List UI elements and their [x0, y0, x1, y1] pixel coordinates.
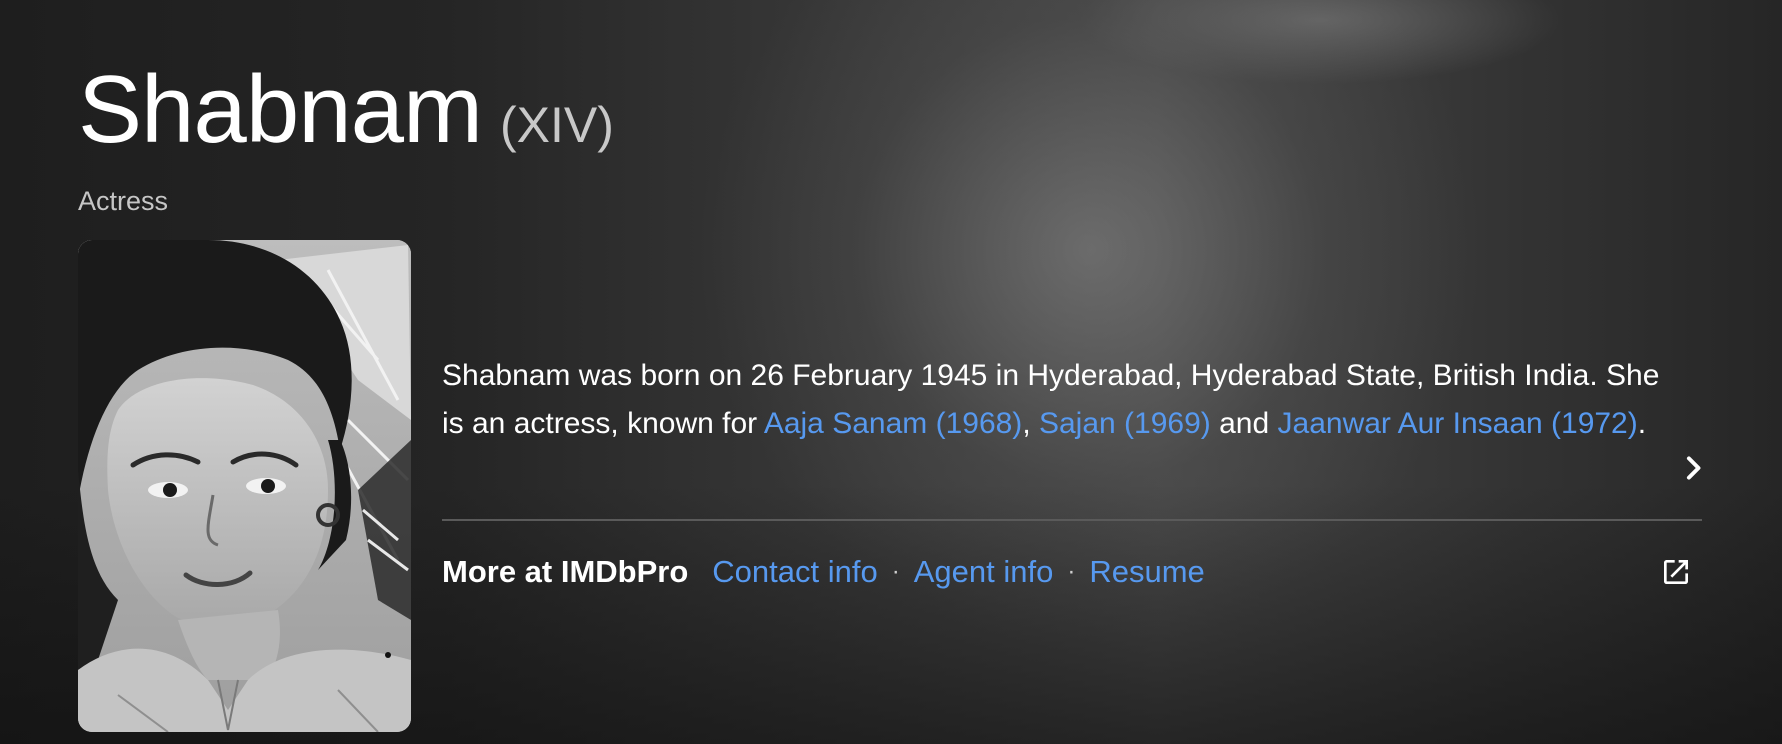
imdbpro-label: More at IMDbPro — [442, 554, 689, 589]
title-row: Shabnam (XIV) — [78, 62, 614, 158]
profession-label: Actress — [78, 186, 169, 216]
separator-dot: · — [1067, 558, 1076, 585]
actress-portrait-photo — [78, 240, 411, 732]
divider — [442, 519, 1702, 521]
name-hero-section: Shabnam (XIV) Actress Shabnam was born o… — [0, 0, 1782, 744]
bio-summary: Shabnam was born on 26 February 1945 in … — [442, 352, 1682, 448]
name-disambiguation: (XIV) — [499, 97, 614, 153]
known-for-link-3[interactable]: Jaanwar Aur Insaan (1972) — [1278, 407, 1638, 440]
bio-separator: and — [1210, 407, 1278, 440]
page-title: Shabnam — [78, 56, 483, 163]
separator-dot: · — [891, 558, 900, 585]
bio-separator: , — [1022, 407, 1039, 440]
agent-info-link[interactable]: Agent info — [914, 554, 1054, 590]
imdbpro-row: More at IMDbPro Contact info · Agent inf… — [442, 548, 1205, 596]
bio-end: . — [1637, 407, 1647, 440]
external-link-icon[interactable] — [1660, 556, 1692, 588]
contact-info-link[interactable]: Contact info — [712, 554, 877, 590]
known-for-link-1[interactable]: Aaja Sanam (1968) — [764, 407, 1023, 440]
known-for-link-2[interactable]: Sajan (1969) — [1039, 407, 1211, 440]
poster-image[interactable] — [78, 240, 411, 732]
resume-link[interactable]: Resume — [1089, 554, 1204, 590]
chevron-right-icon[interactable] — [1676, 450, 1712, 486]
